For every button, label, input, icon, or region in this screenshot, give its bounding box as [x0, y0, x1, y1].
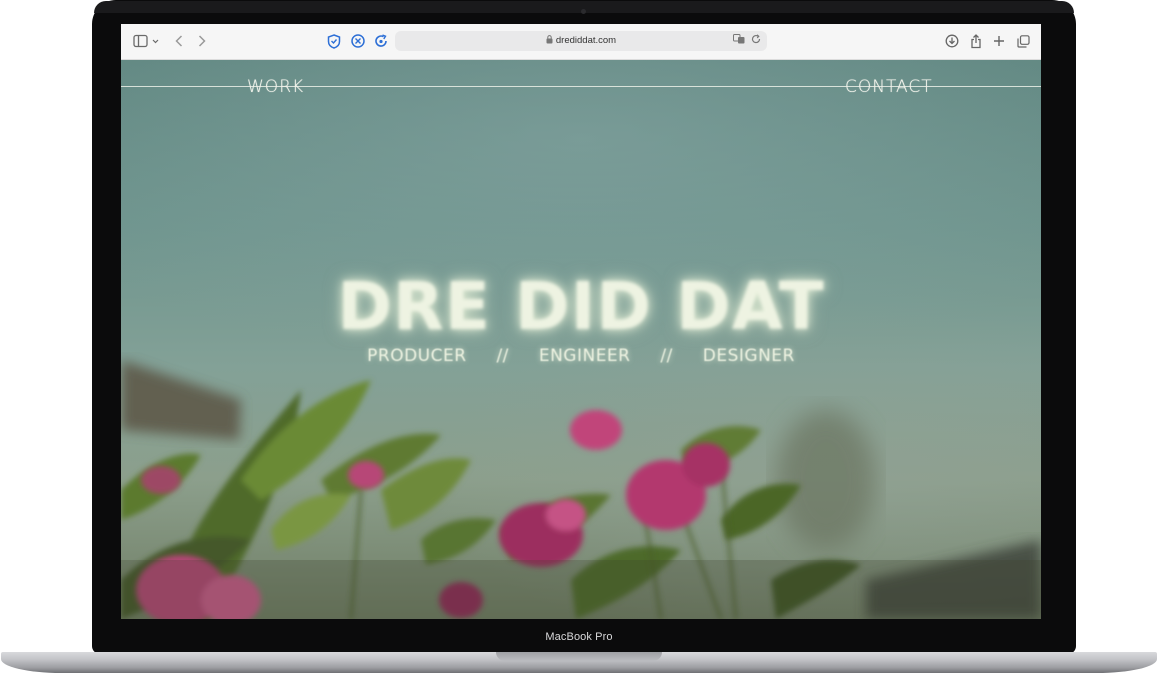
nav-link-work[interactable]: WORK: [247, 77, 304, 97]
hero-section: WORK CONTACT DRE DID DAT PRODUCER // ENG…: [121, 60, 1041, 619]
privacy-shield-icon[interactable]: [326, 33, 342, 49]
nav-link-contact[interactable]: CONTACT: [845, 77, 933, 97]
url-text: drediddat.com: [555, 35, 617, 46]
extension-icon[interactable]: [350, 33, 366, 49]
role-producer: PRODUCER: [367, 346, 467, 366]
laptop-screen: drediddat.com WORK CONTACT DRE DID DAT P…: [121, 24, 1041, 619]
sidebar-toggle-icon[interactable]: [133, 33, 161, 49]
hero-title: DRE DID DAT: [337, 268, 825, 345]
role-engineer: ENGINEER: [538, 346, 631, 366]
lock-icon: [546, 32, 553, 52]
browser-toolbar: drediddat.com: [121, 24, 1041, 60]
model-label: MacBook Pro: [545, 631, 613, 643]
share-icon[interactable]: [969, 33, 983, 49]
role-separator: //: [496, 346, 509, 366]
address-bar[interactable]: drediddat.com: [395, 31, 767, 51]
role-separator: //: [660, 346, 673, 366]
translate-icon[interactable]: [733, 31, 745, 51]
downloads-icon[interactable]: [945, 33, 959, 49]
reload-icon[interactable]: [751, 31, 761, 51]
forward-icon[interactable]: [196, 33, 208, 49]
camera-dot: [581, 9, 586, 14]
tab-overview-icon[interactable]: [1016, 33, 1030, 49]
new-tab-icon[interactable]: [992, 33, 1006, 49]
hero-roles: PRODUCER // ENGINEER // DESIGNER: [121, 346, 1041, 366]
back-icon[interactable]: [173, 33, 185, 49]
refresh-extension-icon[interactable]: [373, 33, 389, 49]
laptop-hinge-notch: [496, 652, 662, 661]
role-designer: DESIGNER: [702, 346, 795, 366]
